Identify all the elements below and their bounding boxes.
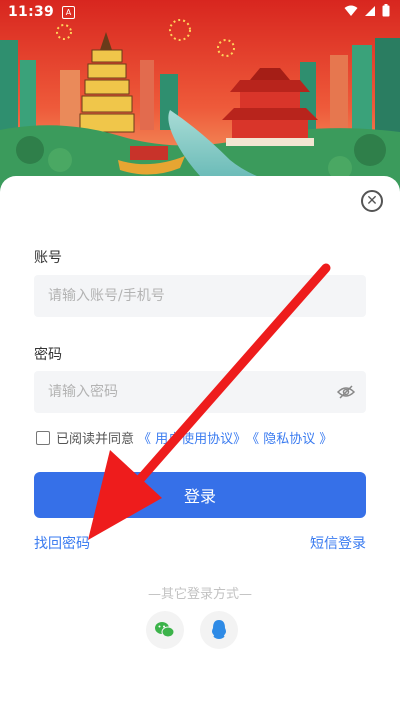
agreement-row: 已阅读并同意 《 用户使用协议》 《 隐私协议 》 (36, 428, 332, 447)
signal-icon (365, 5, 375, 16)
notification-icon: A (62, 6, 75, 19)
sms-login-link[interactable]: 短信登录 (310, 533, 366, 553)
hide-password-icon[interactable] (336, 384, 356, 400)
status-time: 11:39 (8, 4, 55, 20)
wechat-icon (155, 622, 175, 638)
close-button[interactable]: ✕ (361, 190, 383, 212)
qq-login-button[interactable] (200, 611, 238, 649)
password-input[interactable] (34, 371, 366, 413)
wechat-login-button[interactable] (146, 611, 184, 649)
account-label: 账号 (34, 250, 62, 266)
wifi-icon (344, 5, 358, 16)
password-label: 密码 (34, 347, 62, 363)
privacy-policy-link[interactable]: 《 隐私协议 》 (246, 428, 332, 447)
battery-icon (382, 4, 390, 17)
forgot-password-link[interactable]: 找回密码 (34, 533, 90, 553)
close-icon: ✕ (366, 193, 378, 209)
status-bar: 11:39 A (0, 0, 400, 26)
other-login-label: —其它登录方式— (147, 587, 252, 602)
login-button[interactable]: 登录 (34, 472, 366, 518)
qq-icon (212, 620, 226, 639)
status-icons (344, 4, 390, 17)
agree-checkbox[interactable] (36, 430, 50, 445)
header-banner: 11:39 A (0, 0, 400, 195)
city-landscape-illustration (0, 0, 400, 195)
account-input[interactable] (34, 275, 366, 317)
agree-text: 已阅读并同意 (56, 432, 135, 447)
user-agreement-link[interactable]: 《 用户使用协议》 (138, 428, 246, 447)
